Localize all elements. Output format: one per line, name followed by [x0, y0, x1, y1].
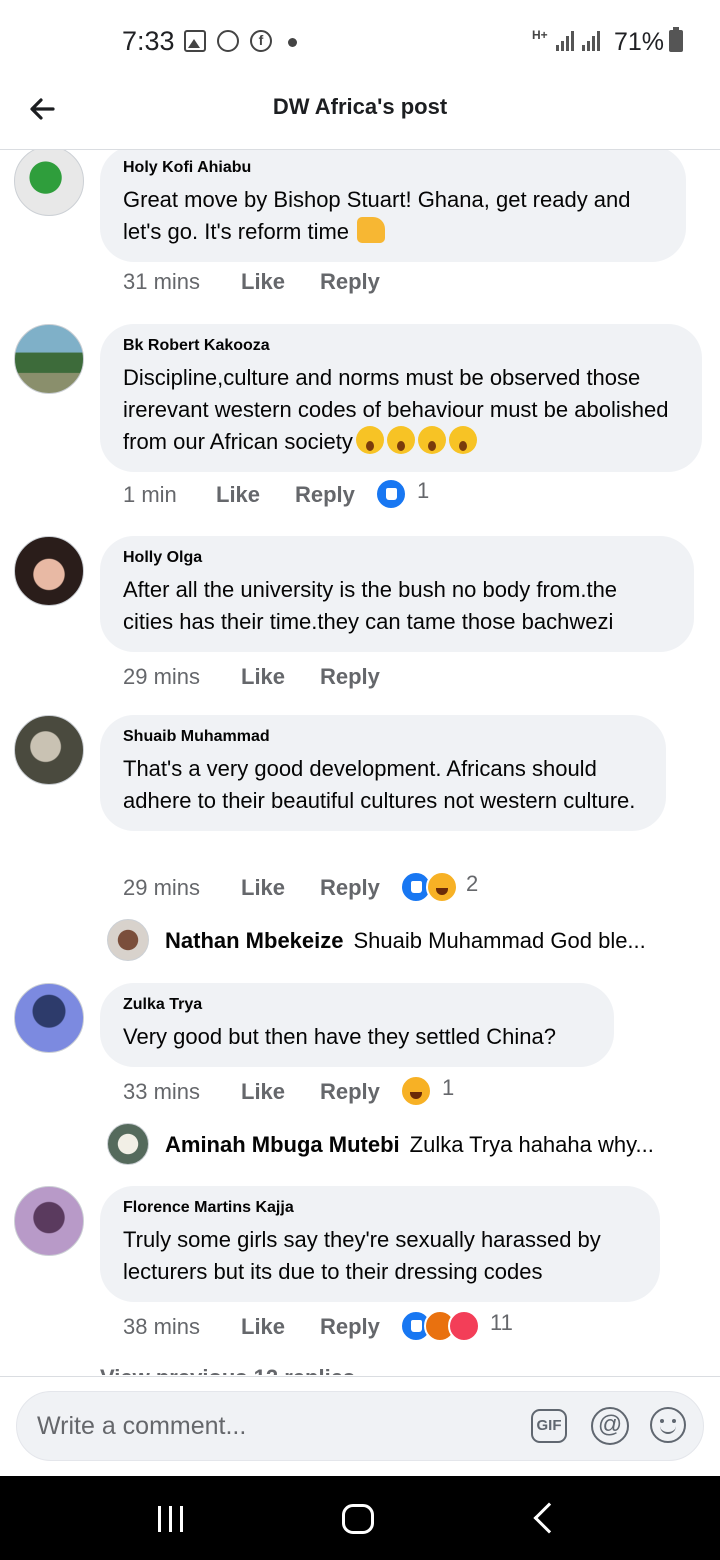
avatar[interactable]	[14, 1186, 84, 1256]
post-header: DW Africa's post	[0, 80, 720, 150]
comment-bubble: Holly Olga After all the university is t…	[100, 536, 694, 652]
reaction-count: 1	[417, 478, 430, 503]
comment-actions: 29 mins Like Reply 2	[123, 871, 683, 909]
comment-time: 31 mins	[123, 269, 201, 294]
comment-author[interactable]: Florence Martins Kajja	[123, 1198, 636, 1218]
haha-reaction-icon	[400, 1075, 432, 1107]
reply-button[interactable]: Reply	[295, 482, 355, 508]
reply-button[interactable]: Reply	[320, 1314, 380, 1340]
like-button[interactable]: Like	[241, 1079, 285, 1105]
comment-bubble: Holy Kofi Ahiabu Great move by Bishop St…	[100, 150, 686, 262]
facebook-notification-icon: f	[250, 30, 272, 52]
wow-emoji-icon	[355, 426, 384, 454]
network-type-icon: H+	[532, 28, 548, 42]
reply-button[interactable]: Reply	[320, 1079, 380, 1105]
comment-author[interactable]: Shuaib Muhammad	[123, 727, 642, 747]
comments-list: Holy Kofi Ahiabu Great move by Bishop St…	[0, 150, 720, 1375]
comment-actions: 29 mins Like Reply	[123, 664, 683, 698]
comment-time: 38 mins	[123, 1314, 201, 1339]
love-reaction-icon	[448, 1310, 480, 1342]
emoji-icon[interactable]	[650, 1407, 686, 1443]
comment-actions: 1 min Like Reply 1	[123, 478, 683, 516]
comment-author[interactable]: Holly Olga	[123, 548, 670, 568]
battery-icon	[669, 27, 683, 52]
comment-bubble: Bk Robert Kakooza Discipline,culture and…	[100, 324, 702, 472]
comment-actions: 38 mins Like Reply 11	[123, 1310, 683, 1348]
comment-time: 1 min	[123, 482, 177, 507]
reply-preview[interactable]: Aminah Mbuga Mutebi Zulka Trya hahaha why…	[107, 1123, 707, 1167]
status-bar: 7:33 f H+ 71%	[0, 0, 720, 80]
reaction-summary[interactable]: 11	[400, 1310, 540, 1344]
reply-button[interactable]: Reply	[320, 664, 380, 690]
comment-bubble: Zulka Trya Very good but then have they …	[100, 983, 614, 1067]
comment-author[interactable]: Bk Robert Kakooza	[123, 336, 678, 356]
system-navigation-bar	[0, 1476, 720, 1560]
whatsapp-notification-icon	[217, 30, 239, 52]
reply-preview[interactable]: Nathan Mbekeize Shuaib Muhammad God ble..…	[107, 919, 707, 963]
reply-preview-text: Nathan Mbekeize Shuaib Muhammad God ble..…	[165, 928, 646, 953]
back-nav-icon[interactable]	[533, 1502, 565, 1534]
signal-strength-2-icon	[582, 29, 604, 51]
wow-emoji-icon	[448, 426, 477, 454]
like-button[interactable]: Like	[241, 269, 285, 295]
like-button[interactable]: Like	[241, 664, 285, 690]
reaction-count: 2	[466, 871, 479, 896]
haha-reaction-icon	[426, 871, 458, 903]
more-notifications-dot-icon	[288, 38, 297, 47]
comment-text: Truly some girls say they're sexually ha…	[123, 1227, 601, 1284]
comment-author[interactable]: Holy Kofi Ahiabu	[123, 158, 662, 178]
avatar[interactable]	[14, 324, 84, 394]
like-button[interactable]: Like	[216, 482, 260, 508]
avatar	[107, 919, 149, 961]
reply-button[interactable]: Reply	[320, 875, 380, 901]
thumbs-up-emoji-icon	[357, 217, 386, 243]
comment-actions: 33 mins Like Reply 1	[123, 1075, 683, 1113]
comment-bubble: Shuaib Muhammad That's a very good devel…	[100, 715, 666, 831]
like-button[interactable]: Like	[241, 875, 285, 901]
reply-button[interactable]: Reply	[320, 269, 380, 295]
comment-text: Discipline,culture and norms must be obs…	[123, 365, 669, 454]
avatar	[107, 1123, 149, 1165]
recent-apps-icon[interactable]	[158, 1506, 186, 1532]
comment-text: Great move by Bishop Stuart! Ghana, get …	[123, 187, 631, 244]
comment-time: 29 mins	[123, 664, 201, 689]
reaction-count: 11	[490, 1310, 513, 1335]
wow-emoji-icon	[386, 426, 415, 454]
page-title: DW Africa's post	[272, 94, 448, 119]
comment-bubble: Florence Martins Kajja Truly some girls …	[100, 1186, 660, 1302]
reply-author: Nathan Mbekeize	[165, 928, 344, 953]
reply-preview-text: Aminah Mbuga Mutebi Zulka Trya hahaha why…	[165, 1132, 654, 1157]
wow-emoji-icon	[417, 426, 446, 454]
reply-author: Aminah Mbuga Mutebi	[165, 1132, 400, 1157]
gallery-notification-icon	[184, 30, 206, 52]
reaction-summary[interactable]: 1	[400, 1075, 480, 1109]
status-time: 7:33	[122, 26, 175, 56]
comment-text: That's a very good development. Africans…	[123, 756, 636, 813]
comment-input[interactable]: Write a comment... GIF @	[16, 1391, 704, 1461]
comment-composer: Write a comment... GIF @	[0, 1376, 720, 1476]
comment-input-placeholder: Write a comment...	[37, 1412, 247, 1440]
comment-text: After all the university is the bush no …	[123, 577, 618, 634]
comment-text: Very good but then have they settled Chi…	[123, 1024, 556, 1049]
avatar[interactable]	[14, 536, 84, 606]
signal-strength-icon	[556, 29, 578, 51]
comment-time: 29 mins	[123, 875, 201, 900]
avatar[interactable]	[14, 150, 84, 216]
avatar[interactable]	[14, 715, 84, 785]
avatar[interactable]	[14, 983, 84, 1053]
battery-percentage: 71%	[614, 28, 665, 56]
gif-icon[interactable]: GIF	[531, 1409, 567, 1443]
like-button[interactable]: Like	[241, 1314, 285, 1340]
comment-actions: 31 mins Like Reply	[123, 269, 683, 303]
home-icon[interactable]	[342, 1504, 374, 1534]
comment-time: 33 mins	[123, 1079, 201, 1104]
like-reaction-icon	[375, 478, 407, 510]
reaction-summary[interactable]: 2	[400, 871, 500, 905]
view-previous-replies-link[interactable]: View previous 12 replies	[100, 1365, 355, 1375]
mention-icon[interactable]: @	[591, 1407, 629, 1445]
reaction-summary[interactable]: 1	[375, 478, 455, 512]
comment-author[interactable]: Zulka Trya	[123, 995, 590, 1015]
reaction-count: 1	[442, 1075, 455, 1100]
